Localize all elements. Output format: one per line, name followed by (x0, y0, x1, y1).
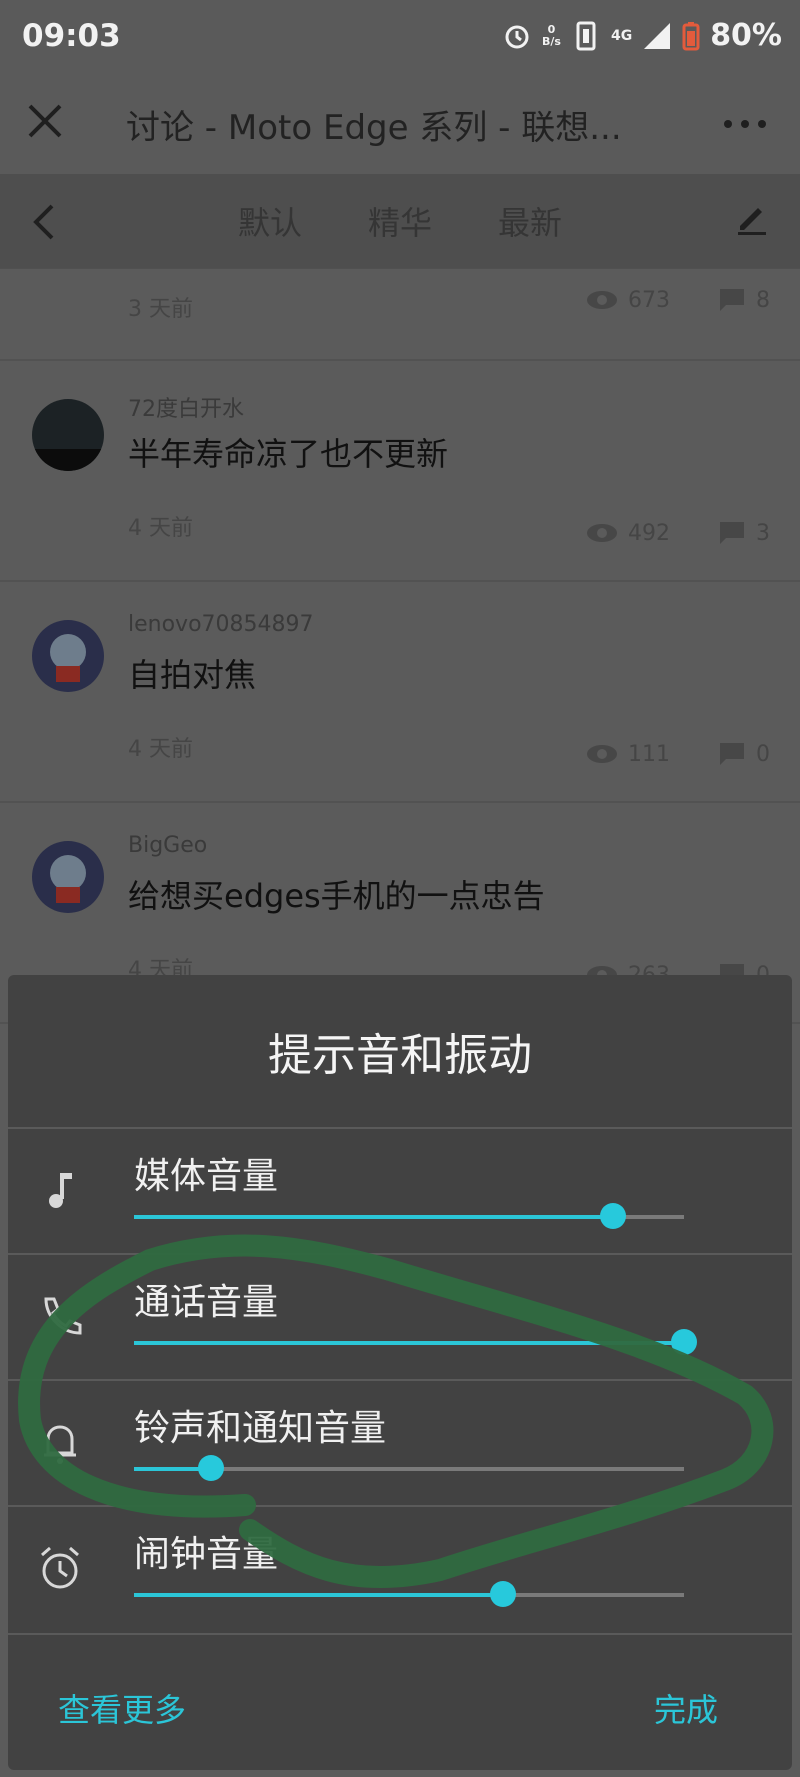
post-title: 半年寿命凉了也不更新 (128, 435, 449, 473)
phone-icon (44, 1297, 82, 1335)
volume-slider[interactable] (134, 1455, 684, 1481)
slider-thumb[interactable] (489, 1581, 516, 1607)
battery-icon (682, 21, 700, 50)
comment-count: 3 (756, 520, 770, 546)
list-item[interactable]: 72度白开水 半年寿命凉了也不更新 4 天前 492 3 (0, 361, 800, 582)
slider-fill (134, 1215, 613, 1219)
alarm-icon (505, 25, 529, 48)
comment-icon (720, 289, 744, 311)
post-stats: 673 8 (586, 287, 770, 313)
more-settings-button[interactable]: 查看更多 (58, 1685, 186, 1731)
edit-icon[interactable] (734, 200, 770, 236)
post-author: BigGeo (128, 833, 208, 858)
avatar (32, 620, 104, 692)
view-count: 111 (628, 741, 670, 767)
volume-slider[interactable] (134, 1329, 697, 1355)
tab-default[interactable]: 默认 (238, 198, 302, 244)
volume-label: 通话音量 (134, 1282, 279, 1323)
tab-latest[interactable]: 最新 (498, 198, 562, 244)
post-stats: 492 3 (586, 520, 770, 546)
status-time: 09:03 (22, 18, 121, 54)
comment-count: 0 (756, 741, 770, 767)
more-options-icon[interactable] (720, 104, 770, 144)
post-author: lenovo70854897 (128, 612, 314, 637)
status-bar: 09:03 0 B/s 4G 80% (0, 0, 800, 78)
signal-icon (644, 22, 671, 49)
tab-bar: 默认 精华 最新 (0, 174, 800, 269)
eye-icon (587, 291, 617, 309)
avatar (32, 841, 104, 913)
page-title: 讨论 - Moto Edge 系列 - 联想... (126, 108, 622, 148)
post-stats: 111 0 (586, 741, 770, 767)
sheet-title: 提示音和振动 (268, 1030, 532, 1081)
post-time: 4 天前 (128, 516, 193, 541)
tab-featured[interactable]: 精华 (368, 198, 432, 244)
bell-icon (44, 1425, 76, 1464)
done-button[interactable]: 完成 (654, 1685, 718, 1731)
post-title: 给想买edges手机的一点忠告 (128, 877, 545, 915)
slider-thumb[interactable] (671, 1329, 697, 1355)
volume-label: 铃声和通知音量 (134, 1408, 387, 1449)
volume-label: 媒体音量 (134, 1156, 279, 1197)
net-speed: 0 B/s (542, 22, 561, 48)
status-icons: 0 B/s 4G 80% (502, 18, 782, 53)
volume-row-media: 媒体音量 (8, 1127, 792, 1253)
post-time: 4 天前 (128, 737, 193, 762)
volume-row-call: 通话音量 (8, 1253, 792, 1379)
comment-icon (720, 743, 744, 765)
list-item[interactable]: 3 天前 673 8 (0, 269, 800, 361)
view-count: 492 (628, 520, 670, 546)
slider-thumb[interactable] (599, 1203, 626, 1229)
battery-level: 80% (710, 18, 782, 53)
divider (8, 1633, 792, 1635)
comment-icon (720, 522, 744, 544)
slider-fill (134, 1341, 684, 1345)
sort-tabs: 默认 精华 最新 (0, 198, 800, 244)
volume-row-ring: 铃声和通知音量 (8, 1379, 792, 1505)
network-type: 4G (610, 27, 633, 44)
alarm-icon (41, 1546, 79, 1589)
comment-count: 8 (756, 287, 770, 313)
post-author: 72度白开水 (128, 397, 244, 422)
post-list: 3 天前 673 8 72度白开水 半年寿命凉了也不更新 4 天前 492 3 … (0, 269, 800, 1024)
slider-fill (134, 1593, 503, 1597)
app-bar: 讨论 - Moto Edge 系列 - 联想... (0, 78, 800, 174)
eye-icon (587, 745, 617, 763)
view-count: 673 (628, 287, 670, 313)
post-title: 自拍对焦 (128, 656, 257, 694)
sim-icon (576, 21, 596, 50)
volume-slider[interactable] (134, 1203, 684, 1229)
volume-slider[interactable] (134, 1581, 684, 1607)
volume-label: 闹钟音量 (134, 1534, 279, 1575)
close-icon[interactable] (24, 100, 66, 142)
volume-row-alarm: 闹钟音量 (8, 1505, 792, 1631)
avatar (32, 399, 104, 471)
post-time: 3 天前 (128, 297, 193, 322)
list-item[interactable]: lenovo70854897 自拍对焦 4 天前 111 0 (0, 582, 800, 803)
eye-icon (587, 524, 617, 542)
slider-thumb[interactable] (198, 1455, 224, 1481)
music-note-icon (49, 1173, 72, 1208)
sound-vibration-sheet: 提示音和振动 媒体音量 通话音量 铃声和通知音量 闹钟音量 查看更多 完成 (8, 975, 792, 1770)
